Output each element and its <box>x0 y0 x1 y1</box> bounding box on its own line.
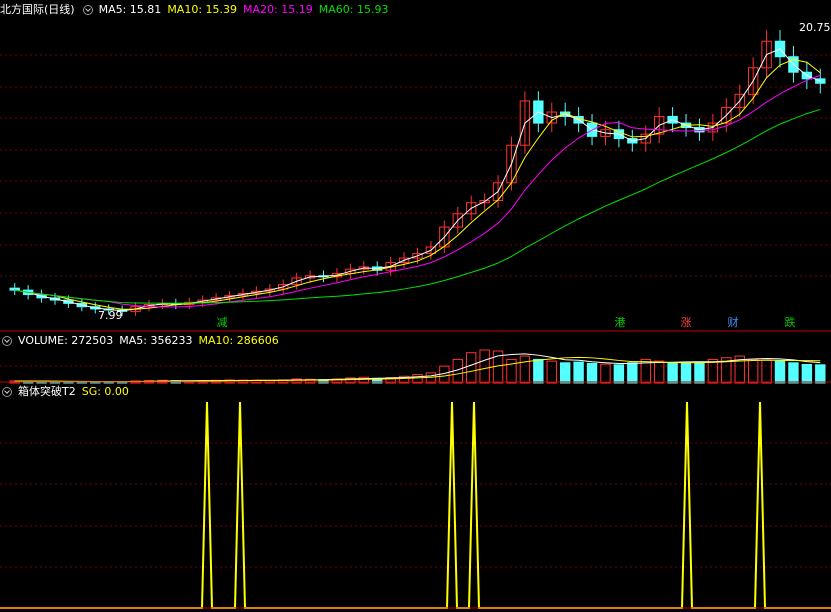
chevron-down-icon[interactable] <box>2 387 12 397</box>
moving-average-lines <box>14 48 821 312</box>
sg-readout: SG: 0.00 <box>81 385 129 398</box>
volume-bar <box>519 355 531 384</box>
volume-bar <box>667 362 678 384</box>
chevron-down-icon[interactable] <box>82 5 93 15</box>
ma20-readout: MA20: 15.19 <box>243 3 313 16</box>
volume-bar <box>573 361 584 384</box>
signal-line <box>0 401 831 609</box>
candle-body <box>9 287 20 291</box>
chevron-down-icon[interactable] <box>2 336 12 346</box>
event-marker-3[interactable]: 财 <box>726 316 740 330</box>
volume-bar <box>533 358 544 384</box>
price-panel-header: 北方国际(日线) MA5: 15.81 MA10: 15.39 MA20: 15.19… <box>0 2 394 18</box>
ma10-readout: MA10: 15.39 <box>167 3 238 16</box>
volume-bar <box>546 360 557 384</box>
stock-title[interactable]: 北方国际(日线) <box>0 3 75 16</box>
volume-bar <box>627 362 638 384</box>
volume-bar <box>506 358 517 384</box>
volume-readout: VOLUME: 272503 <box>18 334 114 347</box>
volume-bar <box>680 362 692 384</box>
volume-panel-header: VOLUME: 272503 MA5: 356233 MA10: 286606 <box>0 333 285 349</box>
volume-bar <box>774 360 786 384</box>
ma5-readout: MA5: 15.81 <box>98 3 162 16</box>
ma10-line <box>14 58 821 310</box>
volume-bar <box>613 364 625 384</box>
indicator-name[interactable]: 箱体突破T2 <box>18 385 76 398</box>
volume-bar <box>559 362 571 384</box>
ma5-line <box>14 48 821 312</box>
volume-bar <box>425 372 437 384</box>
event-marker-1[interactable]: 港 <box>613 316 627 330</box>
volume-bar <box>653 360 665 384</box>
event-marker-0[interactable]: 减 <box>215 316 229 330</box>
volume-bar <box>747 358 759 384</box>
volume-bar <box>694 361 705 384</box>
event-marker-2[interactable]: 涨 <box>679 316 693 330</box>
ma60-readout: MA60: 15.93 <box>318 3 389 16</box>
volume-ma5-readout: MA5: 356233 <box>119 334 193 347</box>
candlestick-series <box>9 30 826 316</box>
low-price-label: 7.99 <box>98 309 123 322</box>
signal-polyline <box>0 401 831 609</box>
indicator-panel-header: 箱体突破T2 SG: 0.00 <box>0 384 135 400</box>
high-price-label: 20.75 <box>799 21 831 34</box>
ma20-line <box>14 74 821 308</box>
volume-bar <box>466 352 477 384</box>
volume-bar <box>815 364 826 384</box>
volume-bar <box>788 362 799 384</box>
plot-area[interactable] <box>0 0 831 612</box>
volume-ma10-readout: MA10: 286606 <box>198 334 279 347</box>
volume-bar <box>761 359 772 384</box>
volume-bar <box>707 358 719 384</box>
volume-bar <box>801 363 813 384</box>
volume-bar <box>600 363 611 384</box>
panel-dividers <box>0 330 831 609</box>
event-marker-4[interactable]: 跌 <box>783 316 797 330</box>
chart-window[interactable]: 北方国际(日线) MA5: 15.81 MA10: 15.39 MA20: 15.19… <box>0 0 831 612</box>
volume-bar <box>586 362 598 384</box>
